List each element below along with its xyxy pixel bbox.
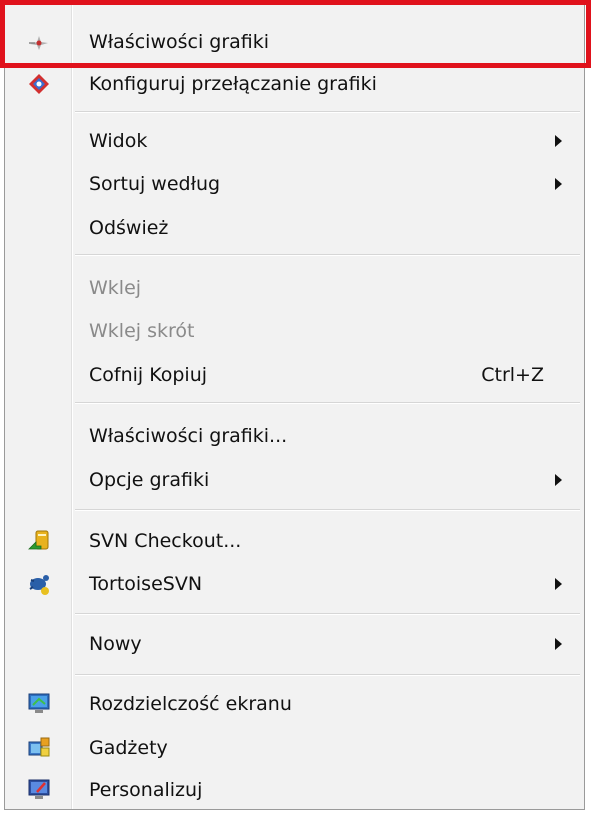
menu-separator [75,402,580,404]
tortoisesvn-icon [27,572,51,596]
personalize-icon [27,778,51,802]
switchable-graphics-icon [27,72,51,96]
screen-resolution-icon [27,692,51,716]
menu-item-tortoisesvn[interactable]: TortoiseSVN [5,563,584,605]
menu-item-graphics-properties-dialog[interactable]: Właściwości grafiki... [5,415,584,457]
menu-item-graphics-properties[interactable]: Właściwości grafiki [5,21,584,63]
menu-separator [75,254,580,256]
menu-item-label: Nowy [89,633,142,655]
submenu-arrow-icon [555,178,562,190]
menu-item-label: Rozdzielczość ekranu [89,693,292,715]
menu-item-refresh[interactable]: Odśwież [5,207,584,249]
submenu-arrow-icon [555,135,562,147]
shortcut-label: Ctrl+Z [481,364,544,386]
menu-item-label: Odśwież [89,217,169,239]
submenu-arrow-icon [555,474,562,486]
menu-item-graphics-options[interactable]: Opcje grafiki [5,459,584,501]
desktop-context-menu: Właściwości grafiki Konfiguruj przełącza… [4,4,585,810]
menu-item-label: Cofnij Kopiuj [89,364,208,386]
submenu-arrow-icon [555,578,562,590]
menu-item-label: Konfiguruj przełączanie grafiki [89,73,377,95]
menu-item-label: Sortuj według [89,173,221,195]
menu-item-undo-copy[interactable]: Cofnij Kopiuj Ctrl+Z [5,354,584,396]
menu-item-paste-shortcut: Wklej skrót [5,310,584,352]
menu-separator [75,613,580,615]
menu-item-new[interactable]: Nowy [5,623,584,665]
menu-item-label: Właściwości grafiki [89,31,270,53]
graphics-properties-icon [27,30,51,54]
menu-item-label: Wklej skrót [89,320,195,342]
submenu-arrow-icon [555,638,562,650]
menu-item-sort-by[interactable]: Sortuj według [5,163,584,205]
menu-item-configure-switchable-graphics[interactable]: Konfiguruj przełączanie grafiki [5,63,584,105]
menu-item-paste: Wklej [5,267,584,309]
svn-checkout-icon [27,529,51,553]
menu-item-view[interactable]: Widok [5,120,584,162]
menu-item-label: Opcje grafiki [89,469,210,491]
gadgets-icon [27,736,51,760]
menu-separator [75,111,580,113]
menu-item-label: SVN Checkout... [89,530,242,552]
menu-item-label: Widok [89,130,148,152]
menu-item-label: Właściwości grafiki... [89,425,288,447]
menu-separator [75,674,580,676]
menu-item-label: TortoiseSVN [89,573,203,595]
menu-item-label: Personalizuj [89,779,203,801]
menu-item-label: Gadżety [89,737,168,759]
menu-item-svn-checkout[interactable]: SVN Checkout... [5,520,584,562]
menu-item-label: Wklej [89,277,142,299]
menu-item-personalize[interactable]: Personalizuj [5,769,584,811]
menu-item-screen-resolution[interactable]: Rozdzielczość ekranu [5,683,584,725]
menu-separator [75,509,580,511]
menu-item-gadgets[interactable]: Gadżety [5,727,584,769]
